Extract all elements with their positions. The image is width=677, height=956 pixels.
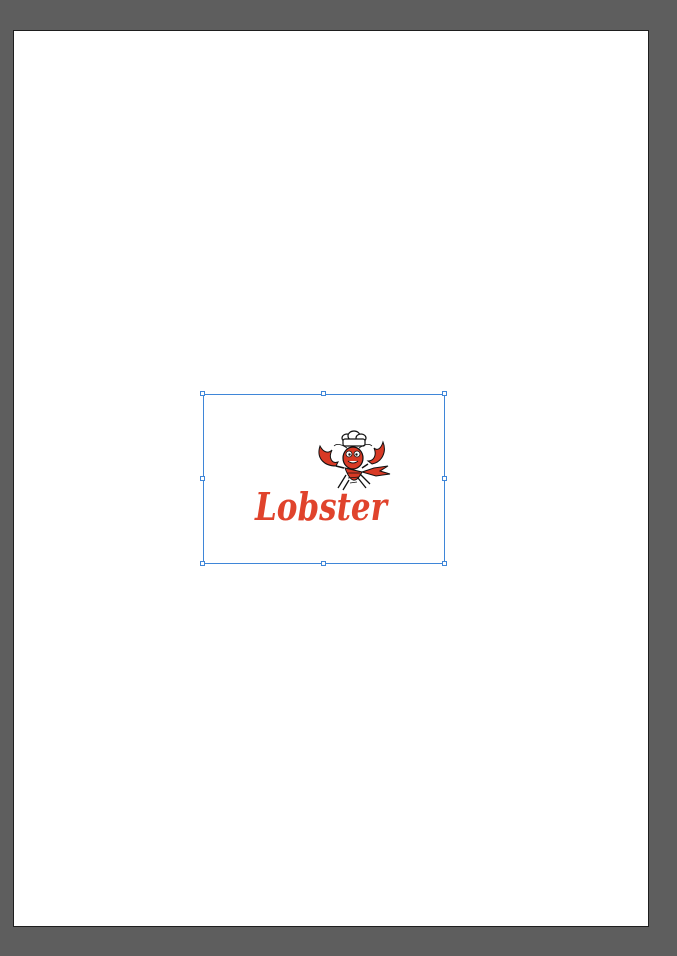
handle-top-right[interactable] [442, 391, 447, 396]
handle-top-middle[interactable] [321, 391, 326, 396]
handle-bottom-middle[interactable] [321, 561, 326, 566]
handle-top-left[interactable] [200, 391, 205, 396]
canvas-workspace[interactable]: Lobster [0, 0, 677, 956]
handle-middle-right[interactable] [442, 476, 447, 481]
logo-wordmark: Lobster [254, 484, 389, 529]
chef-hat-icon [341, 430, 367, 447]
handle-bottom-left[interactable] [200, 561, 205, 566]
logo-text: Lobster [254, 484, 389, 529]
handle-bottom-right[interactable] [442, 561, 447, 566]
handle-middle-left[interactable] [200, 476, 205, 481]
